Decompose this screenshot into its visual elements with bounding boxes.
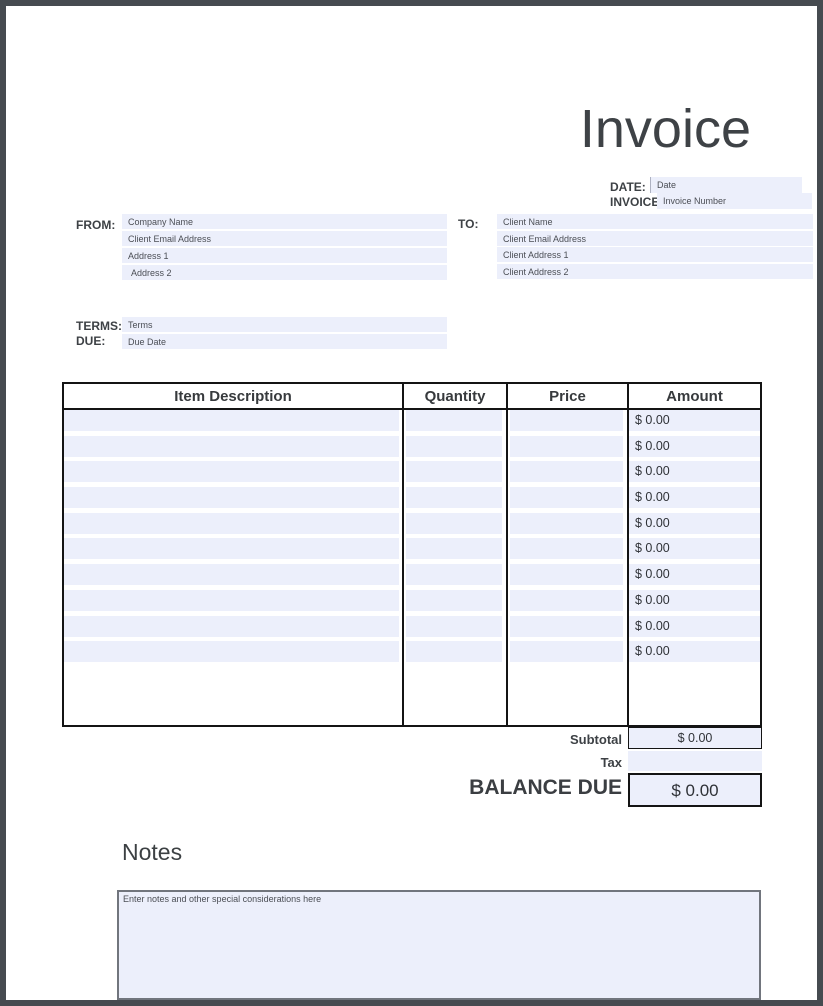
price-cell[interactable]	[510, 641, 623, 662]
items-table: Item Description Quantity Price Amount $…	[62, 382, 762, 727]
subtotal-value[interactable]: $ 0.00	[628, 727, 762, 749]
header-amount: Amount	[629, 388, 760, 405]
amount-cell[interactable]: $ 0.00	[629, 538, 760, 559]
price-cell[interactable]	[510, 436, 623, 457]
to-address1-input[interactable]: Client Address 1	[497, 247, 813, 262]
header-price: Price	[508, 388, 627, 405]
tax-label: Tax	[440, 755, 622, 770]
balance-due-label: BALANCE DUE	[340, 776, 622, 800]
terms-label: TERMS:	[76, 319, 122, 333]
to-name-input[interactable]: Client Name	[497, 214, 813, 229]
item-description-cell[interactable]	[64, 461, 399, 482]
page-frame-right	[817, 0, 823, 1006]
amount-cell[interactable]: $ 0.00	[629, 461, 760, 482]
quantity-cell[interactable]	[406, 410, 502, 431]
invoice-template-page: Invoice DATE: Date INVOICE Invoice Numbe…	[0, 0, 823, 1006]
price-cell[interactable]	[510, 564, 623, 585]
from-email-input[interactable]: Client Email Address	[122, 231, 447, 246]
invoice-number-input[interactable]: Invoice Number	[657, 193, 812, 209]
notes-heading: Notes	[122, 839, 182, 866]
table-row: $ 0.00	[64, 590, 760, 611]
date-label: DATE:	[610, 180, 646, 194]
table-row: $ 0.00	[64, 564, 760, 585]
item-description-cell[interactable]	[64, 590, 399, 611]
price-cell[interactable]	[510, 538, 623, 559]
amount-cell[interactable]: $ 0.00	[629, 616, 760, 637]
amount-cell[interactable]: $ 0.00	[629, 564, 760, 585]
table-row: $ 0.00	[64, 616, 760, 637]
due-label: DUE:	[76, 334, 105, 348]
to-label: TO:	[458, 217, 478, 231]
terms-input[interactable]: Terms	[122, 317, 447, 332]
item-description-cell[interactable]	[64, 436, 399, 457]
amount-cell[interactable]: $ 0.00	[629, 641, 760, 662]
quantity-cell[interactable]	[406, 590, 502, 611]
price-cell[interactable]	[510, 410, 623, 431]
item-description-cell[interactable]	[64, 616, 399, 637]
quantity-cell[interactable]	[406, 564, 502, 585]
item-description-cell[interactable]	[64, 538, 399, 559]
from-address2-input[interactable]: Address 2	[122, 265, 447, 280]
price-cell[interactable]	[510, 616, 623, 637]
amount-cell[interactable]: $ 0.00	[629, 487, 760, 508]
quantity-cell[interactable]	[406, 513, 502, 534]
quantity-cell[interactable]	[406, 461, 502, 482]
amount-cell[interactable]: $ 0.00	[629, 410, 760, 431]
table-row: $ 0.00	[64, 641, 760, 662]
item-description-cell[interactable]	[64, 564, 399, 585]
to-address2-input[interactable]: Client Address 2	[497, 264, 813, 279]
table-header-row: Item Description Quantity Price Amount	[64, 384, 760, 410]
page-frame-left	[0, 0, 6, 1006]
amount-cell[interactable]: $ 0.00	[629, 513, 760, 534]
table-row: $ 0.00	[64, 461, 760, 482]
price-cell[interactable]	[510, 513, 623, 534]
table-row: $ 0.00	[64, 410, 760, 431]
table-body: $ 0.00 $ 0.00 $ 0.00 $ 0.00	[64, 410, 760, 667]
invoice-number-label: INVOICE	[610, 195, 659, 209]
to-email-input[interactable]: Client Email Address	[497, 231, 813, 246]
quantity-cell[interactable]	[406, 616, 502, 637]
from-address1-input[interactable]: Address 1	[122, 248, 447, 263]
table-row: $ 0.00	[64, 436, 760, 457]
item-description-cell[interactable]	[64, 410, 399, 431]
price-cell[interactable]	[510, 487, 623, 508]
header-item-description: Item Description	[64, 388, 402, 405]
quantity-cell[interactable]	[406, 487, 502, 508]
table-row: $ 0.00	[64, 487, 760, 508]
price-cell[interactable]	[510, 461, 623, 482]
header-quantity: Quantity	[404, 388, 506, 405]
price-cell[interactable]	[510, 590, 623, 611]
page-title: Invoice	[580, 100, 751, 159]
quantity-cell[interactable]	[406, 538, 502, 559]
table-row: $ 0.00	[64, 513, 760, 534]
page-frame-bottom	[0, 1000, 823, 1006]
amount-cell[interactable]: $ 0.00	[629, 436, 760, 457]
due-date-input[interactable]: Due Date	[122, 334, 447, 349]
amount-cell[interactable]: $ 0.00	[629, 590, 760, 611]
quantity-cell[interactable]	[406, 436, 502, 457]
quantity-cell[interactable]	[406, 641, 502, 662]
item-description-cell[interactable]	[64, 641, 399, 662]
page-frame-top	[0, 0, 823, 6]
item-description-cell[interactable]	[64, 513, 399, 534]
from-label: FROM:	[76, 218, 115, 232]
date-input[interactable]: Date	[650, 177, 802, 193]
notes-textarea[interactable]: Enter notes and other special considerat…	[117, 890, 761, 1000]
item-description-cell[interactable]	[64, 487, 399, 508]
subtotal-label: Subtotal	[440, 732, 622, 747]
table-row: $ 0.00	[64, 538, 760, 559]
from-company-input[interactable]: Company Name	[122, 214, 447, 229]
balance-due-value[interactable]: $ 0.00	[628, 773, 762, 807]
tax-value[interactable]	[628, 751, 762, 771]
